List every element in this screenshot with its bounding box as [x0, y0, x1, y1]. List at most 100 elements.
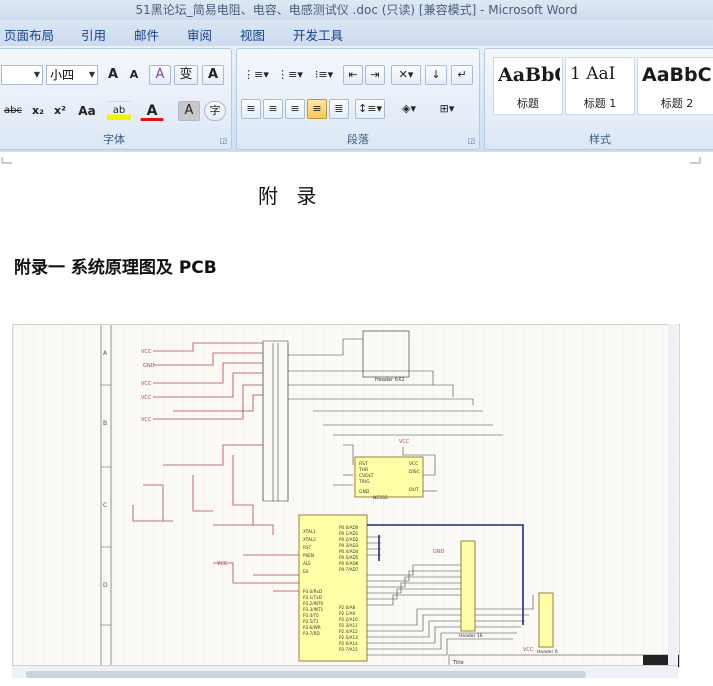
align-center-button[interactable]: ≡: [263, 99, 283, 119]
page-top-edge: [0, 152, 713, 164]
vcc-label: VCC: [399, 439, 410, 445]
decrease-indent-icon: ⇤: [348, 68, 358, 81]
dialog-launcher-icon[interactable]: ◲: [467, 136, 475, 145]
decrease-indent-button[interactable]: ⇤: [343, 65, 363, 85]
mcu-pin-label: P2.0/A8: [339, 605, 355, 610]
schematic-image[interactable]: A B C D Header 6X2 VCC VCC VCC VCC VCC V…: [12, 324, 680, 668]
font-group-label: 字体: [103, 133, 125, 146]
align-right-button[interactable]: ≡: [285, 99, 305, 119]
sort-icon: ↓: [431, 68, 441, 81]
numbered-list-icon: ⋮≡▾: [277, 68, 303, 81]
font-group: ▼ 小四 ▼ A A A 变 A abc x₂ x² Aa ab A A 字 字体…: [0, 48, 232, 150]
shrink-font-button[interactable]: A: [124, 65, 144, 85]
distributed-button[interactable]: ≣: [329, 99, 349, 119]
char-shading-button[interactable]: A: [178, 101, 200, 121]
mcu-pin-label: RST: [303, 545, 312, 550]
increase-indent-icon: ⇥: [370, 68, 380, 81]
style-name: 标题 2: [660, 97, 694, 110]
highlight-label: ab: [112, 105, 126, 116]
line-spacing-button[interactable]: ↕≡▾: [355, 99, 385, 119]
mcu-pin-label: P0.4/AD4: [339, 549, 359, 554]
tab-mailings[interactable]: 邮件: [134, 25, 159, 44]
mcu-pin-label: P3.7/RD: [303, 631, 320, 636]
strikethrough-button[interactable]: abc: [1, 101, 25, 121]
style-sample: 1 AaI: [570, 64, 616, 84]
style-name: 标题: [517, 97, 539, 110]
tab-references[interactable]: 引用: [81, 25, 106, 44]
enclose-chars-button[interactable]: 字: [204, 101, 226, 121]
justify-button[interactable]: ≡: [307, 99, 327, 119]
ic-555-pin: DISC: [409, 469, 420, 475]
phonetic-guide-button[interactable]: 变: [174, 65, 198, 85]
mcu-pin-label: P2.5/A13: [339, 635, 358, 640]
vcc-label: VCC: [141, 417, 152, 423]
paragraph-mark-icon: ↵: [457, 68, 467, 81]
vcc-label: VCC: [141, 395, 152, 401]
header-6-label: Header 6: [537, 649, 558, 655]
borders-button[interactable]: ⊞▾: [431, 99, 463, 119]
mcu-pin-label: P3.5/T1: [303, 619, 319, 624]
shading-button[interactable]: ◈▾: [393, 99, 425, 119]
ic-555-pin: THR: [358, 467, 368, 473]
tab-developer[interactable]: 开发工具: [293, 25, 343, 44]
mcu-pin-label: P0.5/AD5: [339, 555, 359, 560]
mcu-pin-label: P3.3/INT1: [303, 607, 324, 612]
numbering-button[interactable]: ⋮≡▾: [275, 65, 305, 85]
mcu-pin-label: P3.4/T0: [303, 613, 319, 618]
tab-view[interactable]: 视图: [240, 25, 265, 44]
style-heading-2[interactable]: AaBbC 标题 2: [637, 57, 713, 115]
char-border-button[interactable]: A: [202, 65, 224, 85]
align-left-button[interactable]: ≡: [241, 99, 261, 119]
style-title[interactable]: AaBbC 标题: [493, 57, 563, 115]
schematic-vertical-scrollbar[interactable]: [668, 324, 678, 666]
row-marker: C: [103, 502, 107, 509]
font-size-combo[interactable]: 小四 ▼: [46, 65, 98, 85]
ic-555-pin: TRIG: [358, 479, 370, 485]
ic-555-pin: GND: [359, 489, 370, 495]
appendix-heading: 附录一 系统原理图及 PCB: [14, 258, 217, 278]
multilevel-list-button[interactable]: ⁝≡▾: [309, 65, 339, 85]
mcu-pin-label: P2.2/A10: [339, 617, 358, 622]
tab-review[interactable]: 审阅: [187, 25, 212, 44]
grow-font-button[interactable]: A: [103, 65, 123, 85]
font-color-button[interactable]: A: [140, 101, 164, 121]
show-marks-button[interactable]: ↵: [451, 65, 473, 85]
mcu-pin-label: P3.6/WR: [303, 625, 321, 630]
align-center-icon: ≡: [268, 102, 278, 115]
ic-555-label: NE555: [373, 495, 388, 501]
row-marker: B: [103, 420, 107, 427]
ic-555-pin: VCC: [409, 461, 418, 467]
char-border-label: A: [207, 67, 219, 82]
mcu-pin-label: XTAL1: [303, 529, 316, 534]
clear-format-button[interactable]: A: [149, 65, 171, 85]
clear-format-label: A: [155, 67, 165, 82]
align-left-icon: ≡: [246, 102, 256, 115]
change-case-button[interactable]: Aa: [73, 101, 101, 121]
sort-button[interactable]: ↓: [425, 65, 447, 85]
dialog-launcher-icon[interactable]: ◲: [219, 136, 227, 145]
bullets-button[interactable]: ⋮≡▾: [241, 65, 271, 85]
style-heading-1[interactable]: 1 AaI 标题 1: [565, 57, 635, 115]
mcu-pin-label: P3.0/RxD: [303, 589, 322, 594]
superscript-button[interactable]: x²: [50, 101, 70, 121]
shrink-font-label: A: [129, 68, 139, 81]
highlight-button[interactable]: ab: [107, 101, 131, 121]
horizontal-scrollbar[interactable]: [12, 665, 678, 678]
justify-icon: ≡: [312, 102, 322, 115]
appendix-title: 附 录: [258, 184, 323, 208]
ic-555-pin: RST: [359, 461, 368, 467]
chinese-layout-button[interactable]: ✕▾: [391, 65, 421, 85]
chevron-down-icon: ▼: [88, 70, 95, 79]
styles-group-label: 样式: [589, 133, 611, 146]
tab-page-layout[interactable]: 页面布局: [4, 25, 54, 44]
style-name: 标题 1: [583, 97, 617, 110]
mcu-pin-label: P0.7/AD7: [339, 567, 359, 572]
font-name-combo[interactable]: ▼: [1, 65, 43, 85]
subscript-button[interactable]: x₂: [28, 101, 48, 121]
window-title-bar: 51黑论坛_简易电阻、电容、电感测试仪 .doc (只读) [兼容模式] - M…: [0, 0, 713, 20]
chevron-down-icon: ▼: [33, 70, 40, 79]
increase-indent-button[interactable]: ⇥: [365, 65, 385, 85]
ic-555-pin: CVOLT: [359, 473, 374, 479]
chinese-layout-icon: ✕▾: [398, 68, 414, 81]
font-size-value: 小四: [50, 68, 75, 82]
